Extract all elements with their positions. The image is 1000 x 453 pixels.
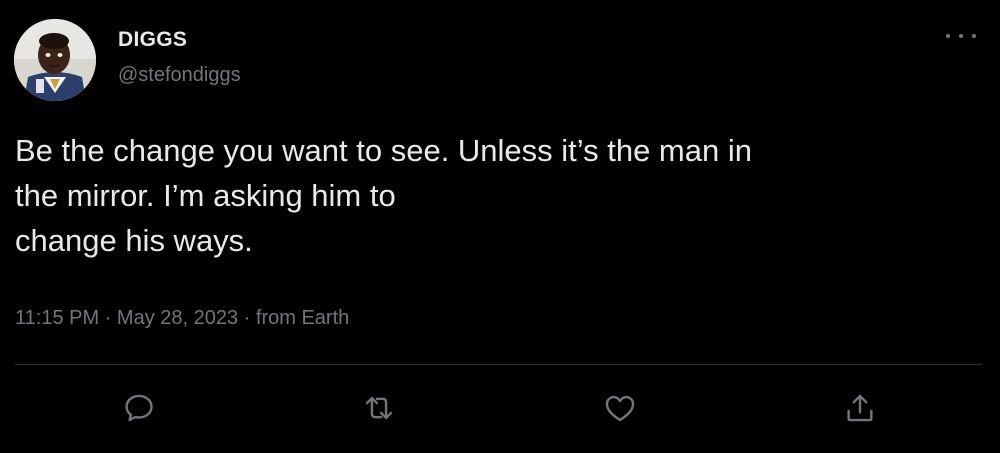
display-name[interactable]: DIGGS	[118, 28, 187, 52]
user-handle[interactable]: @stefondiggs	[118, 64, 241, 87]
retweet-icon	[365, 396, 393, 420]
tweet-metadata: 11:15 PM · May 28, 2023 · from Earth	[15, 307, 349, 330]
tweet-text: Be the change you want to see. Unless it…	[15, 128, 975, 263]
share-icon	[847, 394, 873, 422]
action-bar	[0, 386, 1000, 430]
tweet-date[interactable]: May 28, 2023	[117, 307, 238, 329]
divider	[15, 364, 982, 365]
meta-separator: ·	[99, 307, 117, 329]
reply-icon	[125, 394, 153, 422]
tweet-source: from Earth	[255, 307, 350, 329]
heart-icon	[605, 395, 635, 422]
tweet-text-line: change his ways.	[15, 223, 253, 258]
more-dot	[972, 34, 976, 38]
retweet-button[interactable]	[357, 386, 401, 430]
share-button[interactable]	[838, 386, 882, 430]
tweet-text-line: the mirror. I’m asking him to	[15, 178, 396, 213]
more-dot	[946, 34, 950, 38]
avatar[interactable]	[14, 19, 96, 101]
tweet-card: DIGGS @stefondiggs Be the change you wan…	[0, 0, 1000, 453]
tweet-text-line: Be the change you want to see. Unless it…	[15, 133, 752, 168]
more-dot	[959, 34, 963, 38]
tweet-time[interactable]: 11:15 PM	[15, 307, 99, 329]
like-button[interactable]	[598, 386, 642, 430]
meta-separator: ·	[238, 307, 256, 329]
avatar-image	[14, 19, 96, 101]
more-options-icon[interactable]	[946, 26, 976, 46]
reply-button[interactable]	[117, 386, 161, 430]
